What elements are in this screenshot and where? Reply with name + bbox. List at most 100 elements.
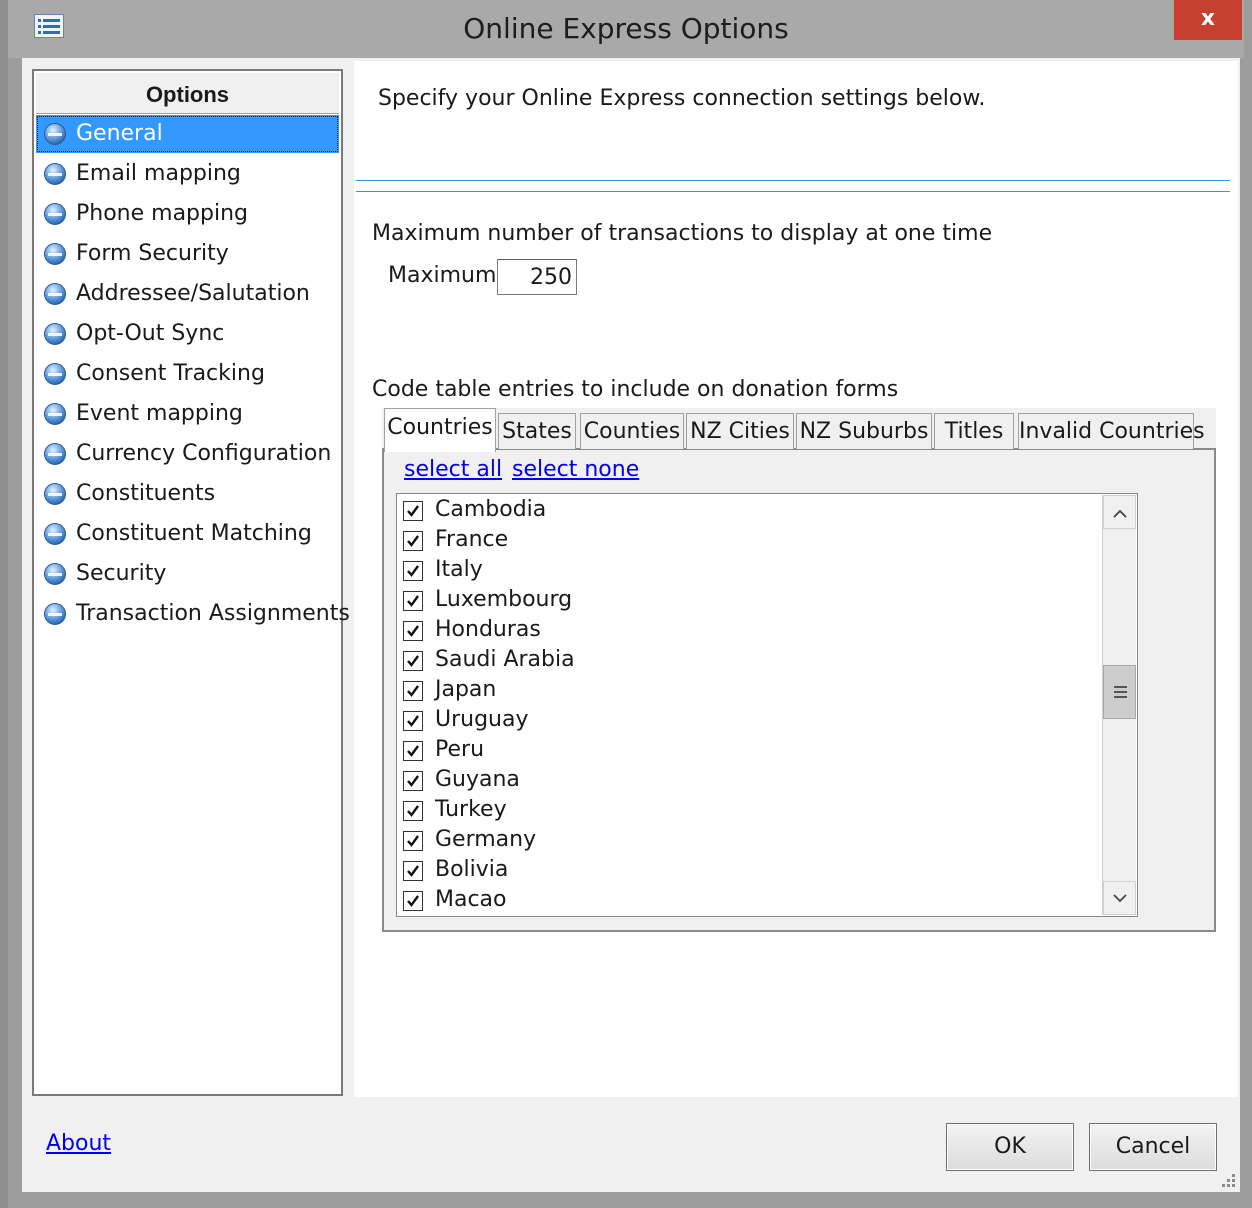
- bullet-icon: [44, 523, 66, 545]
- window-title: Online Express Options: [463, 12, 789, 45]
- checkbox[interactable]: [403, 561, 423, 581]
- checkbox[interactable]: [403, 801, 423, 821]
- nav-item-label: Form Security: [76, 241, 229, 266]
- scroll-down-button[interactable]: [1103, 881, 1136, 915]
- bullet-icon: [44, 403, 66, 425]
- tab-nz-suburbs[interactable]: NZ Suburbs: [796, 413, 932, 449]
- scroll-thumb[interactable]: [1103, 665, 1136, 719]
- checkmark-icon: [407, 505, 419, 517]
- checkmark-icon: [407, 895, 419, 907]
- vertical-scrollbar[interactable]: [1102, 495, 1136, 915]
- checkbox[interactable]: [403, 861, 423, 881]
- checkmark-icon: [407, 775, 419, 787]
- checkbox[interactable]: [403, 891, 423, 911]
- list-item[interactable]: Germany: [397, 825, 1097, 855]
- checkbox[interactable]: [403, 681, 423, 701]
- country-label: Germany: [435, 827, 537, 852]
- checkbox[interactable]: [403, 531, 423, 551]
- checkmark-icon: [407, 835, 419, 847]
- list-item[interactable]: Uruguay: [397, 705, 1097, 735]
- nav-item-form-security[interactable]: Form Security: [36, 235, 339, 273]
- list-item[interactable]: Luxembourg: [397, 585, 1097, 615]
- maximum-input[interactable]: [497, 259, 577, 295]
- nav-item-label: Email mapping: [76, 161, 241, 186]
- nav-item-label: Addressee/Salutation: [76, 281, 310, 306]
- tab-states[interactable]: States: [498, 413, 576, 449]
- nav-item-consent-tracking[interactable]: Consent Tracking: [36, 355, 339, 393]
- list-item[interactable]: Bolivia: [397, 855, 1097, 885]
- list-item[interactable]: Saudi Arabia: [397, 645, 1097, 675]
- bullet-icon: [44, 323, 66, 345]
- tab-titles[interactable]: Titles: [934, 413, 1014, 449]
- cancel-button[interactable]: Cancel: [1089, 1123, 1217, 1171]
- options-nav-panel: Options General Email mapping Phone mappin…: [32, 69, 350, 1096]
- bullet-icon: [44, 283, 66, 305]
- list-item[interactable]: Cambodia: [397, 495, 1097, 525]
- nav-item-constituent-matching[interactable]: Constituent Matching: [36, 515, 339, 553]
- list-item[interactable]: Turkey: [397, 795, 1097, 825]
- list-item[interactable]: France: [397, 525, 1097, 555]
- tab-invalid-countries[interactable]: Invalid Countries: [1018, 413, 1205, 449]
- maximum-label: Maximum:: [388, 263, 504, 288]
- country-label: Uruguay: [435, 707, 529, 732]
- select-none-link[interactable]: select none: [512, 457, 639, 482]
- select-all-link[interactable]: select all: [404, 457, 502, 482]
- nav-item-opt-out-sync[interactable]: Opt-Out Sync: [36, 315, 339, 353]
- nav-item-label: General: [76, 121, 163, 146]
- nav-item-general[interactable]: General: [36, 115, 339, 153]
- tab-countries[interactable]: Countries: [384, 408, 496, 452]
- checkmark-icon: [407, 655, 419, 667]
- list-item[interactable]: Guyana: [397, 765, 1097, 795]
- checkmark-icon: [407, 595, 419, 607]
- checkmark-icon: [407, 625, 419, 637]
- list-item[interactable]: Italy: [397, 555, 1097, 585]
- list-item[interactable]: Japan: [397, 675, 1097, 705]
- checkbox[interactable]: [403, 501, 423, 521]
- tab-nz-cities[interactable]: NZ Cities: [686, 413, 794, 449]
- checkbox[interactable]: [403, 651, 423, 671]
- nav-item-event-mapping[interactable]: Event mapping: [36, 395, 339, 433]
- checkmark-icon: [407, 535, 419, 547]
- title-bar[interactable]: Online Express Options: [8, 0, 1244, 58]
- checkbox[interactable]: [403, 621, 423, 641]
- checkbox[interactable]: [403, 741, 423, 761]
- list-item[interactable]: Peru: [397, 735, 1097, 765]
- chevron-down-icon: [1113, 894, 1127, 903]
- checkmark-icon: [407, 805, 419, 817]
- scroll-up-button[interactable]: [1103, 495, 1136, 529]
- list-item[interactable]: Honduras: [397, 615, 1097, 645]
- nav-item-phone-mapping[interactable]: Phone mapping: [36, 195, 339, 233]
- checkbox[interactable]: [403, 771, 423, 791]
- countries-checklist[interactable]: Cambodia France Italy Luxembourg Honduras Sau…: [396, 493, 1138, 917]
- nav-item-constituents[interactable]: Constituents: [36, 475, 339, 513]
- bullet-icon: [44, 163, 66, 185]
- checkmark-icon: [407, 865, 419, 877]
- about-link[interactable]: About: [46, 1131, 111, 1156]
- nav-item-currency-configuration[interactable]: Currency Configuration: [36, 435, 339, 473]
- list-item[interactable]: Macao: [397, 885, 1097, 915]
- nav-item-transaction-assignments[interactable]: Transaction Assignments: [36, 595, 350, 633]
- intro-text: Specify your Online Express connection s…: [378, 86, 986, 111]
- checkbox[interactable]: [403, 591, 423, 611]
- code-table-label: Code table entries to include on donatio…: [372, 377, 899, 402]
- tab-counties[interactable]: Counties: [580, 413, 684, 449]
- country-label: Honduras: [435, 617, 541, 642]
- close-button[interactable]: x: [1174, 0, 1242, 40]
- checkbox[interactable]: [403, 711, 423, 731]
- bullet-icon: [44, 563, 66, 585]
- checkmark-icon: [407, 685, 419, 697]
- options-dialog: Online Express Options x Options General…: [0, 0, 1252, 1208]
- checkbox[interactable]: [403, 831, 423, 851]
- nav-item-label: Opt-Out Sync: [76, 321, 225, 346]
- nav-header: Options: [36, 73, 339, 114]
- resize-grip-icon[interactable]: [1212, 1170, 1238, 1190]
- nav-item-security[interactable]: Security: [36, 555, 339, 593]
- chevron-up-icon: [1113, 509, 1127, 518]
- separator-line: [356, 191, 1230, 192]
- background-edge: [0, 0, 8, 1208]
- nav-item-email-mapping[interactable]: Email mapping: [36, 155, 339, 193]
- ok-button[interactable]: OK: [946, 1123, 1074, 1171]
- nav-item-label: Transaction Assignments: [76, 601, 350, 626]
- country-label: Japan: [435, 677, 497, 702]
- nav-item-addressee-salutation[interactable]: Addressee/Salutation: [36, 275, 339, 313]
